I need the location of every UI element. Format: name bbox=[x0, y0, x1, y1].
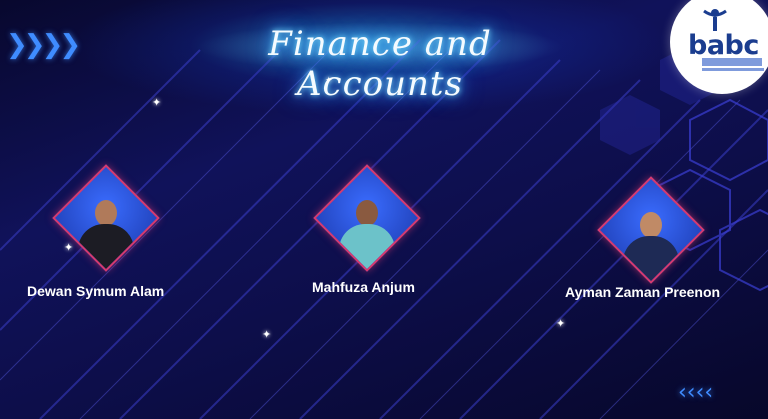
logo-tagline-bar bbox=[702, 68, 764, 71]
logo-subtitle-bar bbox=[702, 58, 762, 66]
sparkle-icon: ✦ bbox=[556, 317, 566, 330]
chevron-left-icon: ‹‹‹‹ bbox=[678, 380, 714, 405]
member-portrait-2 bbox=[313, 164, 421, 272]
member-name-1: Dewan Symum Alam bbox=[27, 283, 165, 299]
member-portrait-3 bbox=[597, 176, 705, 284]
member-name-3: Ayman Zaman Preenon bbox=[565, 284, 721, 300]
sparkle-icon: ✦ bbox=[325, 76, 333, 86]
slide: ❯❯❯❯ ‹‹‹‹ Finance and Accounts babc Dewa… bbox=[0, 0, 768, 419]
member-portrait-1 bbox=[52, 164, 160, 272]
avatar-head bbox=[95, 200, 117, 226]
page-title: Finance and Accounts bbox=[268, 24, 492, 104]
sparkle-icon: ✦ bbox=[64, 241, 74, 254]
sparkle-icon: ✦ bbox=[152, 96, 162, 109]
sparkle-icon: ✦ bbox=[262, 328, 272, 341]
avatar-body bbox=[78, 224, 134, 272]
double-chevron-right-icon: ❯❯❯❯ bbox=[6, 30, 81, 60]
avatar-body bbox=[623, 236, 679, 284]
avatar-head bbox=[356, 200, 378, 226]
logo: babc bbox=[688, 30, 759, 61]
avatar-body bbox=[339, 224, 395, 272]
avatar-head bbox=[640, 212, 662, 238]
member-name-2: Mahfuza Anjum bbox=[312, 279, 415, 295]
